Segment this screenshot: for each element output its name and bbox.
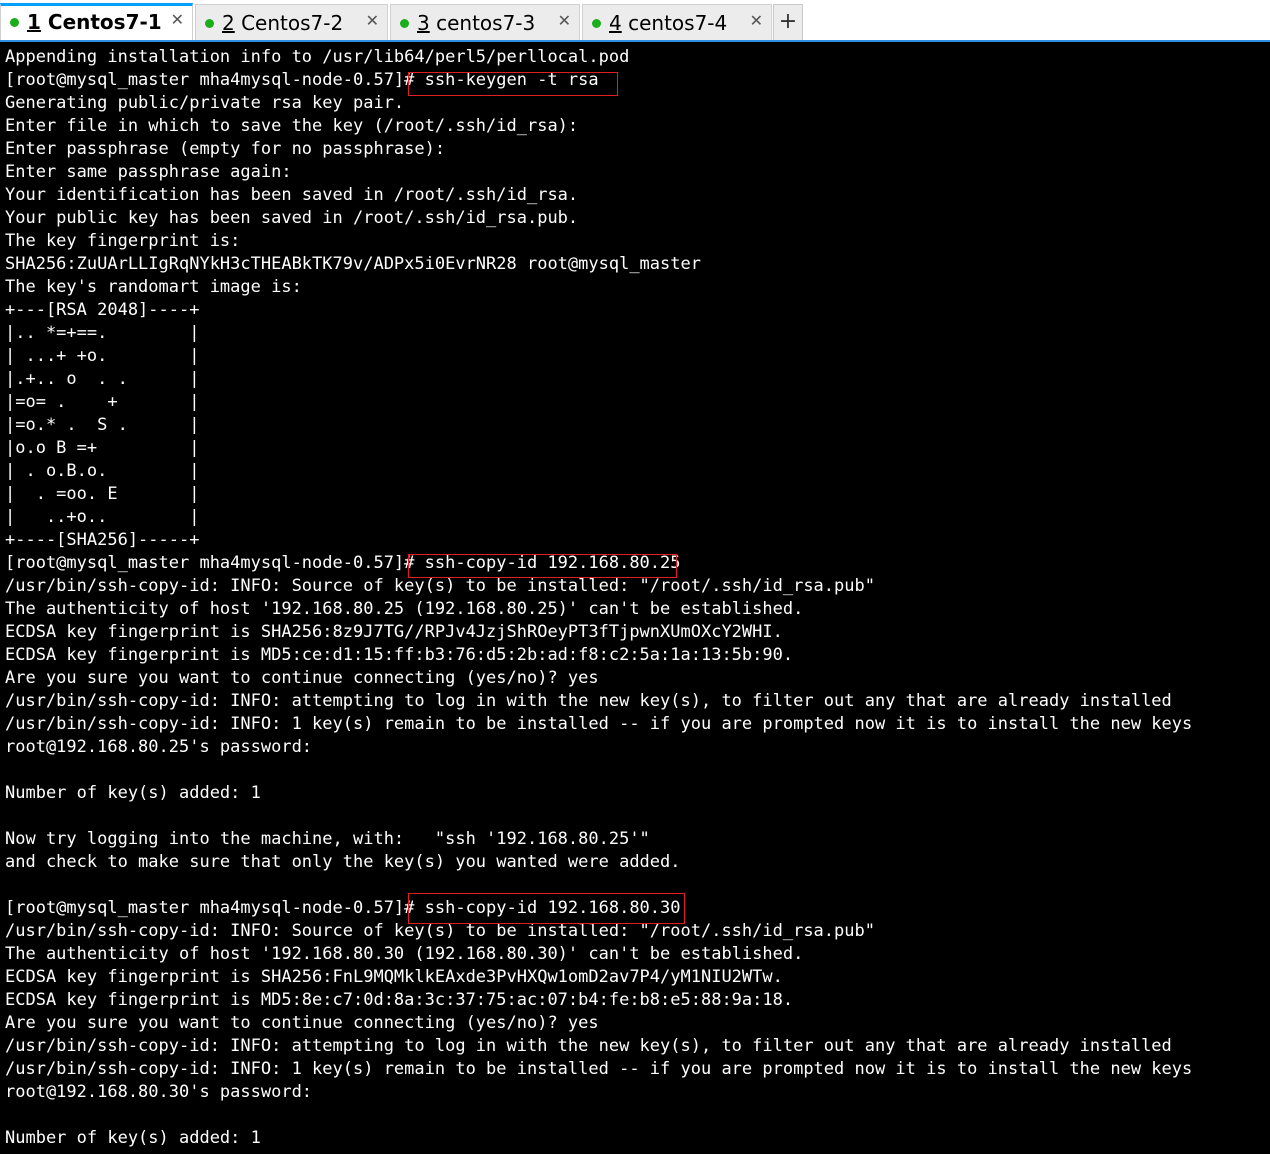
- tab-number: 2: [222, 11, 235, 35]
- terminal-line: | ...+ +o. |: [5, 346, 200, 366]
- terminal-output[interactable]: Appending installation info to /usr/lib6…: [0, 42, 1270, 1154]
- close-icon[interactable]: ✕: [366, 11, 379, 31]
- terminal-line: [root@mysql_master mha4mysql-node-0.57]#…: [5, 70, 599, 90]
- terminal-line: /usr/bin/ssh-copy-id: INFO: 1 key(s) rem…: [5, 1059, 1193, 1079]
- terminal-lines: Appending installation info to /usr/lib6…: [5, 46, 1192, 1150]
- tab-centos7-4[interactable]: 4 centos7-4 ✕: [582, 4, 772, 40]
- terminal-line: Enter passphrase (empty for no passphras…: [5, 139, 446, 159]
- terminal-line: The authenticity of host '192.168.80.30 …: [5, 944, 804, 964]
- terminal-line: /usr/bin/ssh-copy-id: INFO: Source of ke…: [5, 921, 875, 941]
- new-tab-button[interactable]: +: [773, 4, 803, 40]
- tab-label: centos7-3: [429, 11, 536, 35]
- terminal-line: Your identification has been saved in /r…: [5, 185, 579, 205]
- terminal-line: root@192.168.80.30's password:: [5, 1082, 323, 1102]
- terminal-line: | . =oo. E |: [5, 484, 200, 504]
- terminal-line: | ..+o.. |: [5, 507, 200, 527]
- tab-number: 3: [417, 11, 430, 35]
- terminal-line: The key's randomart image is:: [5, 277, 302, 297]
- tab-centos7-3[interactable]: 3 centos7-3 ✕: [390, 4, 580, 40]
- tab-bar: 1 Centos7-1 ✕ 2 Centos7-2 ✕ 3 centos7-3 …: [0, 0, 1270, 42]
- tab-label: centos7-4: [621, 11, 728, 35]
- terminal-line: /usr/bin/ssh-copy-id: INFO: Source of ke…: [5, 576, 875, 596]
- terminal-line: /usr/bin/ssh-copy-id: INFO: 1 key(s) rem…: [5, 714, 1193, 734]
- terminal-line: |o.o B =+ |: [5, 438, 200, 458]
- terminal-line: Are you sure you want to continue connec…: [5, 1013, 599, 1033]
- terminal-line: ECDSA key fingerprint is MD5:8e:c7:0d:8a…: [5, 990, 794, 1010]
- terminal-line: [root@mysql_master mha4mysql-node-0.57]#…: [5, 553, 681, 573]
- terminal-line: Enter file in which to save the key (/ro…: [5, 116, 579, 136]
- close-icon[interactable]: ✕: [558, 11, 571, 31]
- terminal-line: The authenticity of host '192.168.80.25 …: [5, 599, 804, 619]
- tab-centos7-1[interactable]: 1 Centos7-1 ✕: [0, 3, 193, 41]
- tab-number: 4: [609, 11, 622, 35]
- terminal-line: | . o.B.o. |: [5, 461, 200, 481]
- terminal-line: Enter same passphrase again:: [5, 162, 292, 182]
- connected-status-icon: [10, 18, 19, 27]
- terminal-line: SHA256:ZuUArLLIgRqNYkH3cTHEABkTK79v/ADPx…: [5, 254, 701, 274]
- terminal-line: ECDSA key fingerprint is SHA256:8z9J7TG/…: [5, 622, 783, 642]
- terminal-line: Number of key(s) added: 1: [5, 783, 261, 803]
- terminal-line: Now try logging into the machine, with: …: [5, 829, 650, 849]
- close-icon[interactable]: ✕: [171, 10, 184, 30]
- terminal-line: Number of key(s) added: 1: [5, 1128, 261, 1148]
- terminal-line: [root@mysql_master mha4mysql-node-0.57]#…: [5, 898, 681, 918]
- tab-label: Centos7-1: [40, 10, 162, 34]
- terminal-line: Your public key has been saved in /root/…: [5, 208, 579, 228]
- terminal-line: Are you sure you want to continue connec…: [5, 668, 599, 688]
- connected-status-icon: [592, 19, 601, 28]
- connected-status-icon: [400, 19, 409, 28]
- terminal-line: +----[SHA256]-----+: [5, 530, 200, 550]
- terminal-line: |.+.. o . . |: [5, 369, 200, 389]
- tab-label: Centos7-2: [234, 11, 344, 35]
- tab-centos7-2[interactable]: 2 Centos7-2 ✕: [195, 4, 388, 40]
- terminal-line: /usr/bin/ssh-copy-id: INFO: attempting t…: [5, 691, 1172, 711]
- terminal-line: and check to make sure that only the key…: [5, 852, 681, 872]
- terminal-line: |.. *=+==. |: [5, 323, 200, 343]
- terminal-line: Appending installation info to /usr/lib6…: [5, 47, 630, 67]
- terminal-line: root@192.168.80.25's password:: [5, 737, 323, 757]
- tab-number: 1: [27, 10, 41, 34]
- close-icon[interactable]: ✕: [750, 11, 763, 31]
- terminal-line: Generating public/private rsa key pair.: [5, 93, 405, 113]
- connected-status-icon: [205, 19, 214, 28]
- terminal-line: +---[RSA 2048]----+: [5, 300, 200, 320]
- terminal-line: |=o= . + |: [5, 392, 200, 412]
- terminal-line: The key fingerprint is:: [5, 231, 241, 251]
- terminal-line: /usr/bin/ssh-copy-id: INFO: attempting t…: [5, 1036, 1172, 1056]
- terminal-line: |=o.* . S . |: [5, 415, 200, 435]
- terminal-line: ECDSA key fingerprint is SHA256:FnL9MQMk…: [5, 967, 783, 987]
- terminal-line: ECDSA key fingerprint is MD5:ce:d1:15:ff…: [5, 645, 794, 665]
